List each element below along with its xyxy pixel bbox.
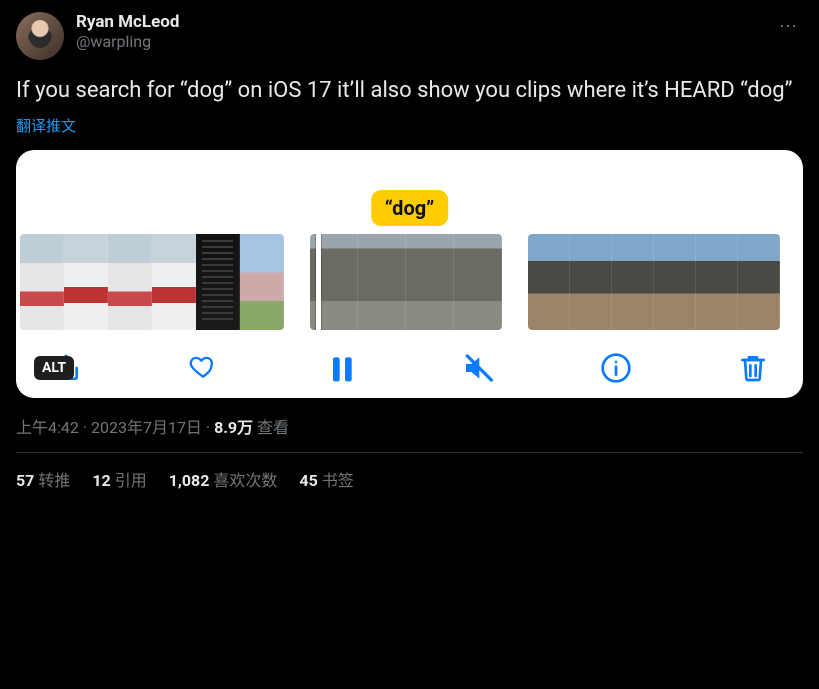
thumbnail	[310, 234, 358, 330]
username: @warpling	[76, 32, 803, 51]
views-label: 查看	[257, 418, 289, 437]
divider	[16, 452, 803, 453]
translate-link[interactable]: 翻译推文	[16, 115, 803, 136]
tweet-container: Ryan McLeod @warpling ⋯ If you search fo…	[0, 0, 819, 503]
search-term-badge: “dog”	[371, 190, 449, 226]
thumbnail	[612, 234, 654, 330]
thumbnail	[654, 234, 696, 330]
retweets-count: 57	[16, 471, 34, 490]
mute-icon[interactable]	[462, 352, 494, 384]
trash-icon[interactable]	[737, 352, 769, 384]
thumbnail	[20, 234, 64, 330]
clip-group-3[interactable]	[528, 234, 780, 330]
tweet-header: Ryan McLeod @warpling ⋯	[16, 12, 803, 60]
tweet-time: 上午4:42	[16, 418, 79, 437]
quotes-count: 12	[92, 471, 110, 490]
thumbnail	[358, 234, 406, 330]
views-count: 8.9万	[214, 418, 253, 437]
thumbnail	[196, 234, 240, 330]
retweets-label: 转推	[38, 471, 70, 490]
thumbnail	[64, 234, 108, 330]
likes-count: 1,082	[169, 471, 210, 490]
tweet-meta[interactable]: 上午4:42 · 2023年7月17日 · 8.9万 查看	[16, 414, 803, 438]
thumbnail	[152, 234, 196, 330]
likes-label: 喜欢次数	[213, 471, 277, 490]
pause-icon[interactable]	[325, 352, 357, 384]
thumbnail	[738, 234, 780, 330]
bookmarks-count: 45	[299, 471, 317, 490]
thumbnail	[240, 234, 284, 330]
user-block[interactable]: Ryan McLeod @warpling	[76, 12, 803, 51]
avatar[interactable]	[16, 12, 64, 60]
thumbnail	[406, 234, 454, 330]
stats-row: 57转推 12 引用 1,082喜欢次数 45 书签	[16, 467, 803, 491]
quotes-label: 引用	[115, 471, 147, 490]
clip-group-2[interactable]	[310, 234, 502, 330]
thumbnail	[570, 234, 612, 330]
clip-group-1[interactable]	[20, 234, 284, 330]
heart-icon[interactable]	[187, 352, 219, 384]
thumbnail	[528, 234, 570, 330]
thumbnail	[696, 234, 738, 330]
more-icon[interactable]: ⋯	[775, 12, 803, 41]
info-icon[interactable]	[600, 352, 632, 384]
media-toolbar	[16, 330, 803, 390]
bookmarks-stat[interactable]: 45 书签	[299, 467, 353, 491]
alt-badge[interactable]: ALT	[34, 356, 74, 380]
media-header-space: “dog”	[16, 150, 803, 234]
quotes-stat[interactable]: 12 引用	[92, 467, 146, 491]
display-name: Ryan McLeod	[76, 12, 803, 32]
tweet-date: 2023年7月17日	[91, 418, 202, 437]
video-timeline[interactable]	[16, 234, 803, 330]
thumbnail	[108, 234, 152, 330]
tweet-text: If you search for “dog” on iOS 17 it’ll …	[16, 76, 803, 107]
retweets-stat[interactable]: 57转推	[16, 467, 70, 491]
bookmarks-label: 书签	[322, 471, 354, 490]
meta-separator: ·	[79, 418, 91, 437]
meta-separator: ·	[202, 418, 214, 437]
media-card[interactable]: “dog”	[16, 150, 803, 398]
likes-stat[interactable]: 1,082喜欢次数	[169, 467, 278, 491]
thumbnail	[454, 234, 502, 330]
